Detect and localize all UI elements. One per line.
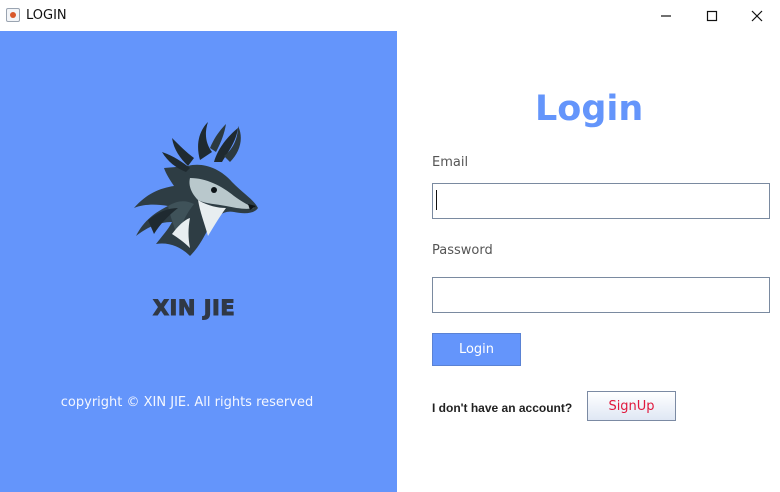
login-button[interactable]: Login [432, 333, 521, 366]
brand-name: XIN JIE [152, 296, 236, 321]
window-title: LOGIN [26, 8, 67, 23]
maximize-button[interactable] [689, 0, 735, 31]
text-caret [436, 190, 437, 210]
no-account-text: I don't have an account? [432, 401, 573, 415]
minimize-button[interactable] [643, 0, 689, 31]
login-form: Login Email Password Login I don't have … [397, 31, 780, 492]
login-heading: Login [535, 89, 644, 129]
deer-head-logo-icon [134, 122, 258, 256]
maximize-icon [706, 10, 718, 21]
signup-button[interactable]: SignUp [587, 391, 676, 421]
copyright-text: copyright © XIN JIE. All rights reserved [60, 395, 314, 410]
email-label: Email [432, 155, 469, 170]
email-field[interactable] [432, 183, 770, 219]
java-app-icon [6, 8, 20, 22]
minimize-icon [661, 14, 671, 17]
password-field[interactable] [432, 277, 770, 313]
title-bar: LOGIN [0, 0, 780, 31]
close-button[interactable] [734, 0, 780, 31]
close-icon [751, 10, 763, 21]
brand-panel: XIN JIE copyright © XIN JIE. All rights … [0, 31, 397, 492]
password-label: Password [432, 243, 493, 258]
